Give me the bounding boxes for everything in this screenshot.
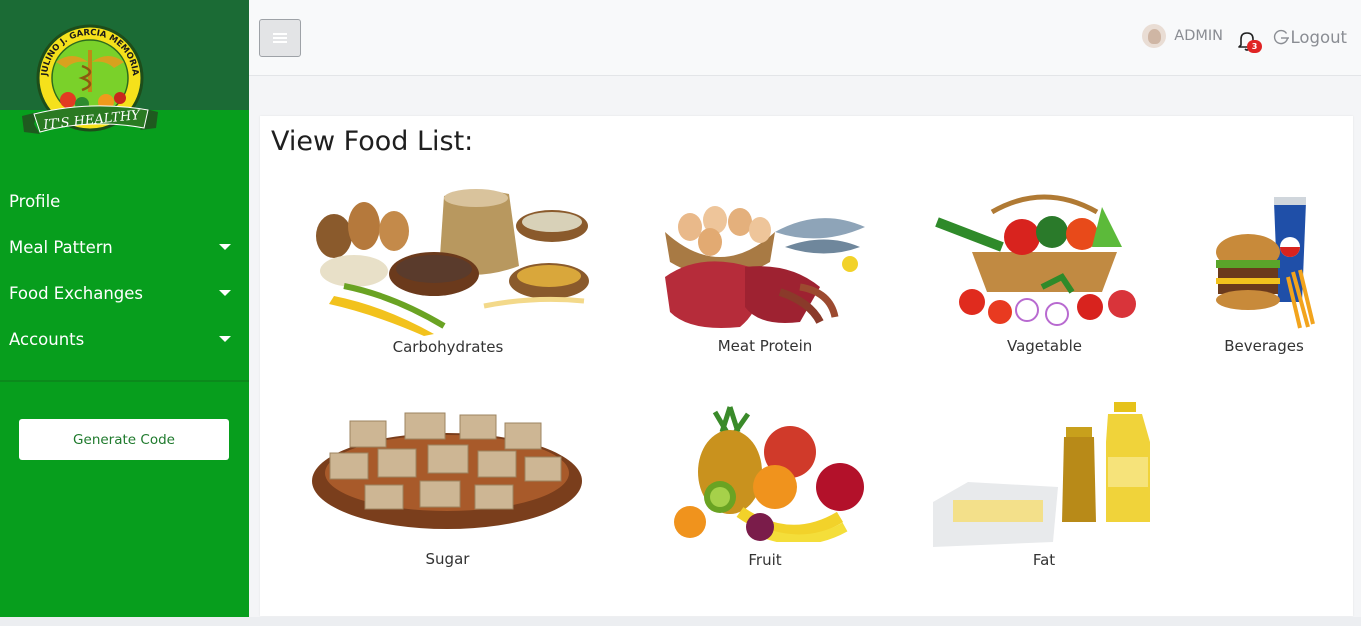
eggs-meat-fish-image bbox=[665, 206, 865, 328]
sidebar-item-label: Accounts bbox=[9, 329, 85, 349]
caret-down-icon bbox=[219, 290, 231, 296]
fruit-pile-image bbox=[674, 406, 864, 542]
burger-soda-fries-image bbox=[1216, 197, 1315, 329]
its-healthy-logo[interactable]: JULINO J. GARCIA MEMORIAL RESEARCH AND M… bbox=[20, 20, 160, 138]
sidebar-item-meal-pattern[interactable]: Meal Pattern bbox=[0, 224, 249, 270]
food-list-card: View Food List: Carbohydrates Meat Prote… bbox=[260, 116, 1353, 616]
sidebar-item-profile[interactable]: Profile bbox=[0, 178, 249, 224]
sidebar-divider bbox=[0, 380, 249, 382]
topbar: ADMIN 3 Logout bbox=[249, 0, 1361, 76]
hamburger-icon bbox=[273, 33, 287, 35]
sidebar-nav: Profile Meal Pattern Food Exchanges Acco… bbox=[0, 178, 249, 362]
sidebar-item-accounts[interactable]: Accounts bbox=[0, 316, 249, 362]
sugar-cubes-bowl-image bbox=[312, 412, 582, 529]
food-tile-fruit[interactable]: Fruit bbox=[660, 402, 870, 572]
food-tile-fat[interactable]: Fat bbox=[928, 402, 1160, 572]
hamburger-icon-line bbox=[273, 41, 287, 43]
generate-code-button[interactable]: Generate Code bbox=[19, 419, 229, 460]
user-name: ADMIN bbox=[1174, 28, 1223, 44]
avatar bbox=[1142, 24, 1167, 48]
sidebar-item-food-exchanges[interactable]: Food Exchanges bbox=[0, 270, 249, 316]
food-label: Vagetable bbox=[1006, 337, 1083, 355]
food-tile-sugar[interactable]: Sugar bbox=[310, 401, 585, 571]
sidebar: JULINO J. GARCIA MEMORIAL RESEARCH AND M… bbox=[0, 0, 249, 617]
food-label: Fat bbox=[1032, 551, 1056, 569]
food-tile-meat-protein[interactable]: Meat Protein bbox=[660, 192, 870, 362]
notification-bell[interactable]: 3 bbox=[1237, 30, 1262, 53]
food-label: Sugar bbox=[425, 550, 470, 568]
logout-icon bbox=[1273, 29, 1289, 45]
notification-badge: 3 bbox=[1247, 40, 1262, 53]
food-label: Beverages bbox=[1224, 337, 1304, 355]
sidebar-item-label: Meal Pattern bbox=[9, 237, 113, 257]
grains-bread-corn-image bbox=[316, 189, 589, 336]
vegetable-basket-image bbox=[935, 194, 1136, 326]
food-label: Fruit bbox=[748, 551, 782, 569]
butter-oil-bottles-image bbox=[933, 402, 1150, 547]
caret-down-icon bbox=[219, 244, 231, 250]
sidebar-item-label: Profile bbox=[9, 191, 61, 211]
food-tile-beverages[interactable]: Beverages bbox=[1208, 192, 1320, 362]
food-tile-vagetable[interactable]: Vagetable bbox=[932, 192, 1157, 362]
logout-label: Logout bbox=[1290, 28, 1348, 47]
user-menu[interactable]: ADMIN bbox=[1142, 24, 1223, 48]
hamburger-icon-line bbox=[273, 37, 287, 39]
caret-down-icon bbox=[219, 336, 231, 342]
food-label: Carbohydrates bbox=[392, 338, 504, 356]
page-title: View Food List: bbox=[271, 126, 474, 157]
menu-toggle-button[interactable] bbox=[259, 19, 301, 57]
bottom-strip bbox=[0, 617, 1361, 626]
food-label: Meat Protein bbox=[717, 337, 813, 355]
sidebar-item-label: Food Exchanges bbox=[9, 283, 144, 303]
logout-link[interactable]: Logout bbox=[1273, 28, 1348, 47]
food-tile-carbohydrates[interactable]: Carbohydrates bbox=[294, 186, 602, 361]
